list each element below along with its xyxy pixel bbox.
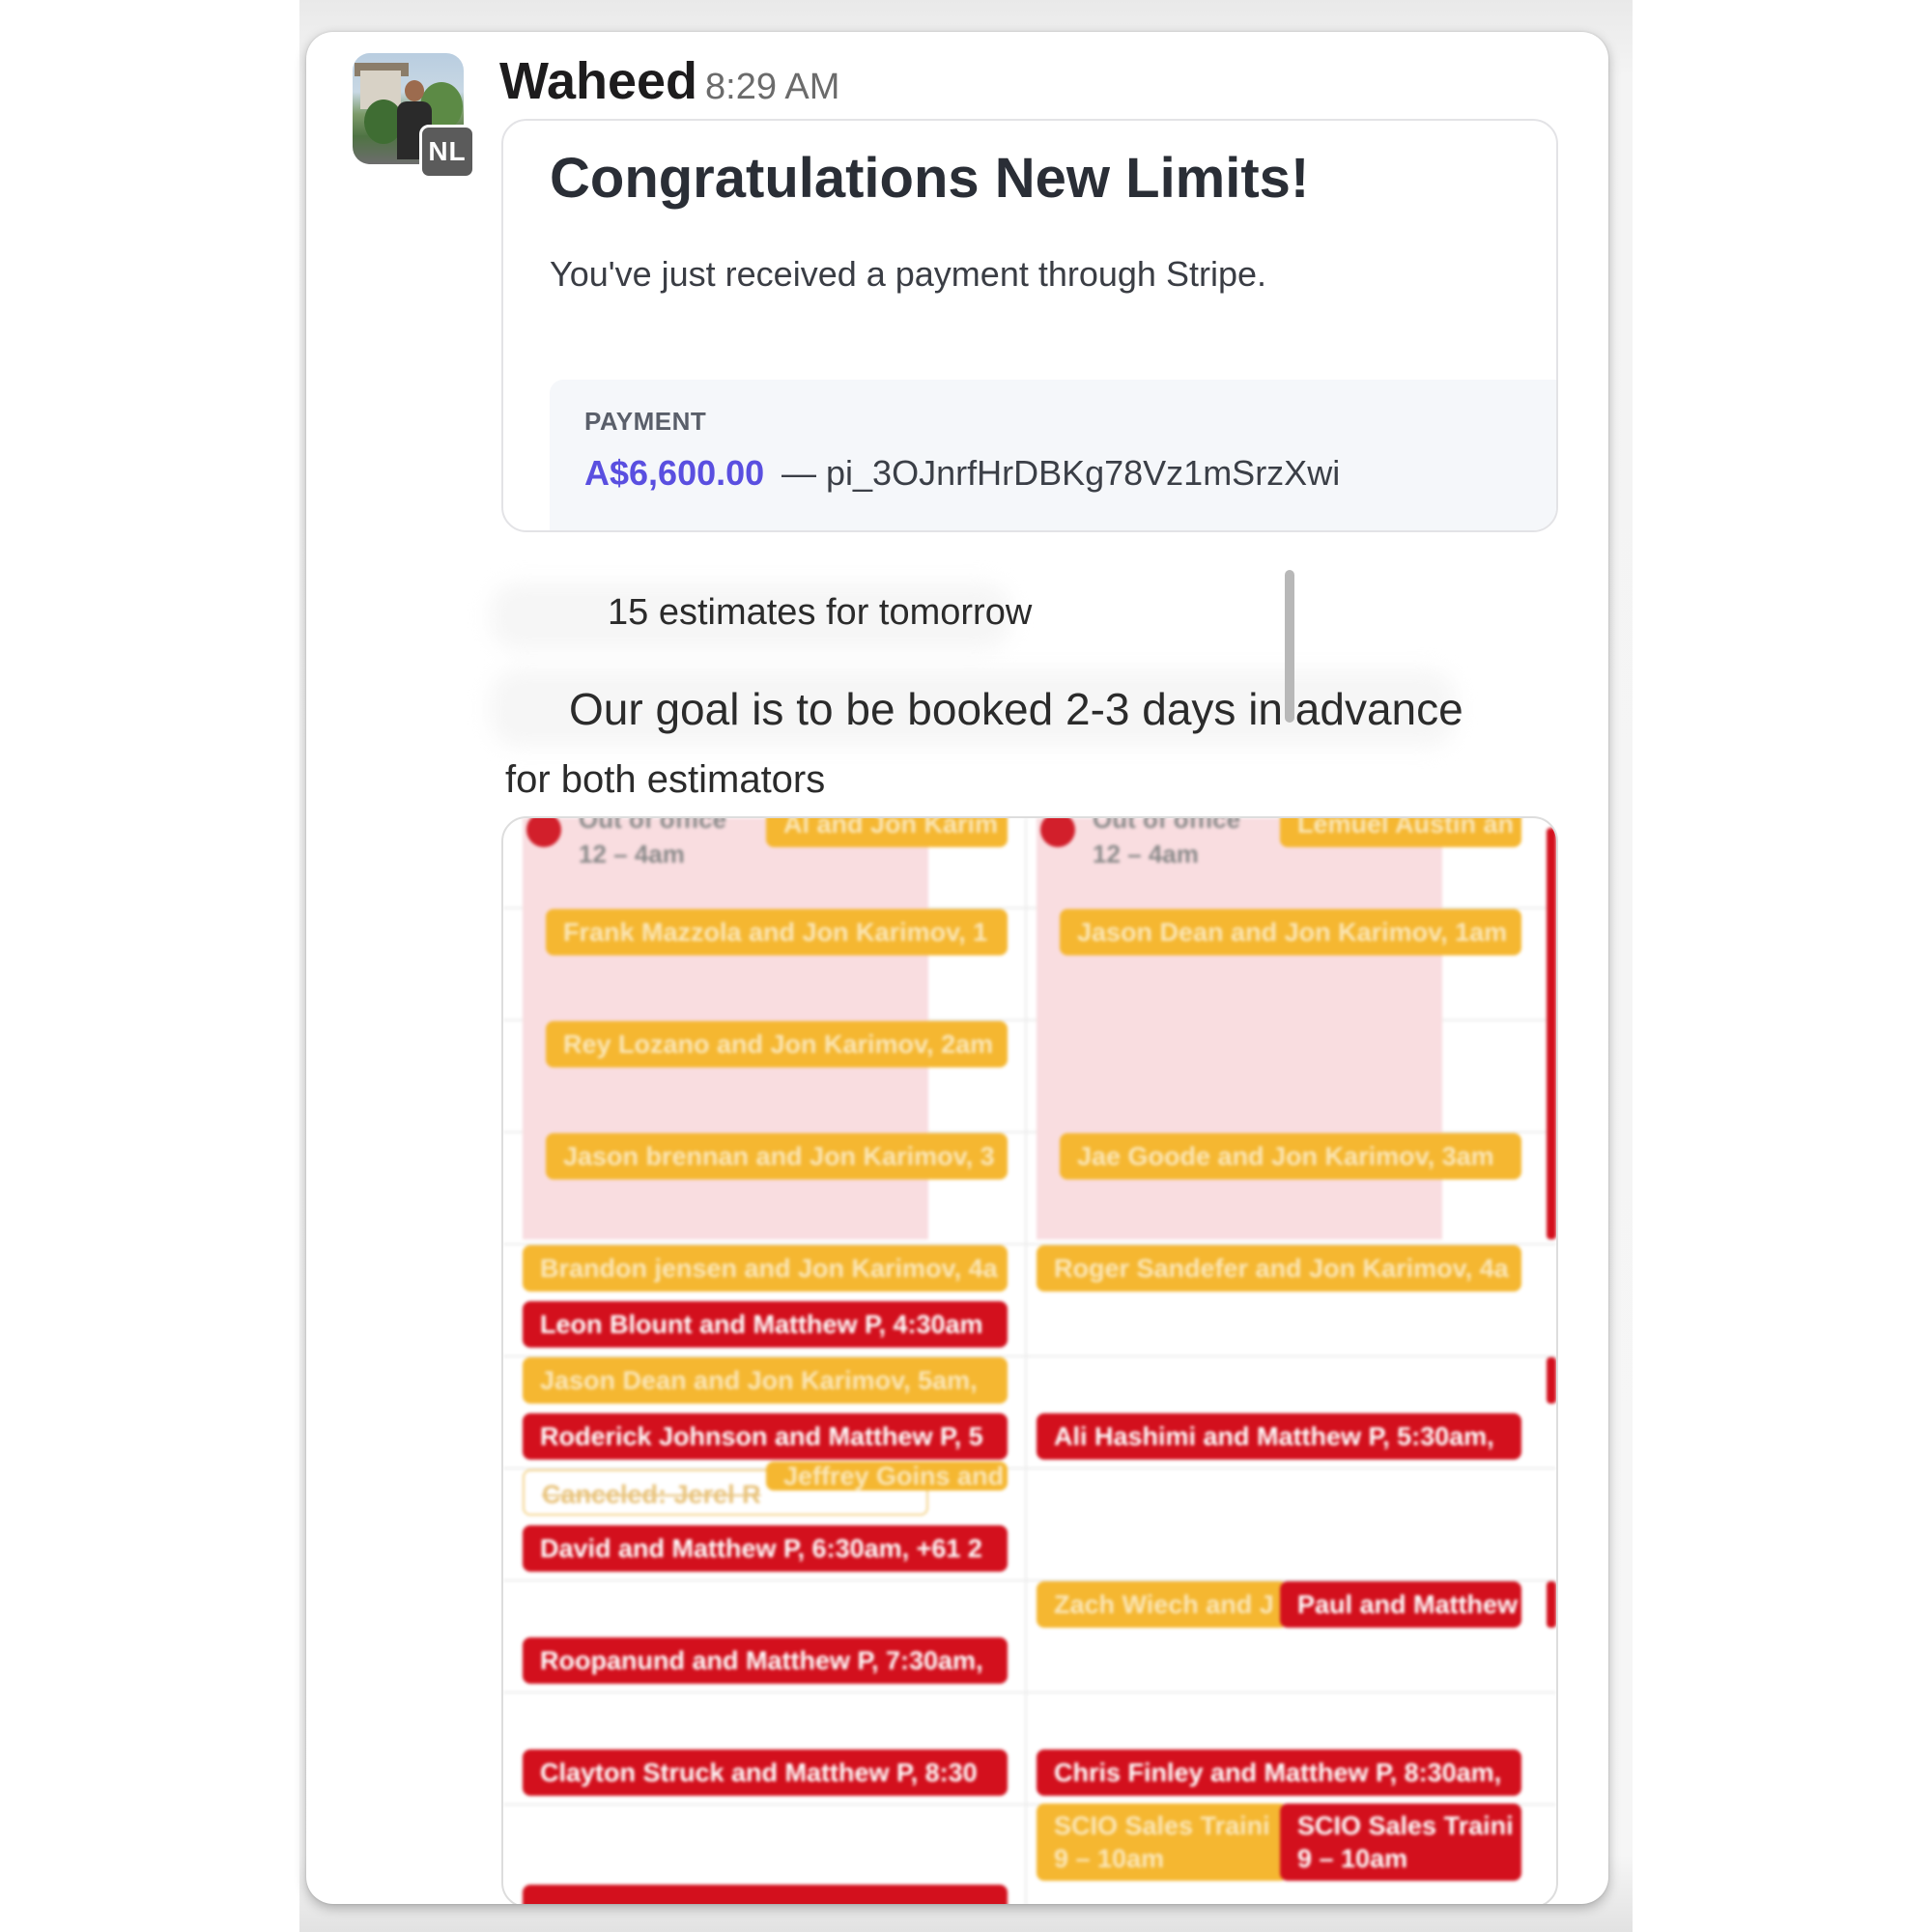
calendar-event[interactable]: Clayton Struck and Matthew P, 8:30 bbox=[523, 1749, 1008, 1796]
message-timestamp[interactable]: 8:29 AM bbox=[705, 67, 839, 108]
calendar-event[interactable]: Frank Mazzola and Jon Karimov, 1 bbox=[546, 909, 1008, 955]
out-of-office-time: 12 – 4am bbox=[1093, 839, 1199, 868]
calendar-event[interactable]: Leon Blount and Matthew P, 4:30am bbox=[523, 1301, 1008, 1348]
calendar-event[interactable]: Jason brennan and Jon Karimov, 3 bbox=[546, 1133, 1008, 1179]
calendar-event[interactable]: SCIO Sales Traini 9 – 10am bbox=[1037, 1804, 1288, 1881]
sender-name[interactable]: Waheed bbox=[499, 51, 697, 111]
calendar-event-title: SCIO Sales Traini bbox=[1297, 1811, 1514, 1840]
calendar-event[interactable]: Ali Hashimi and Matthew P, 5:30am, bbox=[1037, 1413, 1521, 1460]
calendar-event[interactable]: David and Matthew P, 6:30am, +61 2 bbox=[523, 1525, 1008, 1572]
calendar-event[interactable]: Zach Wiech and J bbox=[1037, 1581, 1288, 1628]
out-of-office-title: Out of office bbox=[579, 816, 727, 834]
calendar-event[interactable]: Roger Sandefer and Jon Karimov, 4a bbox=[1037, 1245, 1521, 1292]
calendar-event[interactable]: Jeffrey Goins and bbox=[766, 1462, 1008, 1491]
message-card: NL Waheed 8:29 AM Congratulations New Li… bbox=[306, 32, 1608, 1904]
goal-continuation-text: for both estimators bbox=[505, 758, 826, 801]
calendar-event[interactable]: Jason Dean and Jon Karimov, 1am bbox=[1060, 909, 1521, 955]
stripe-attachment: Congratulations New Limits! You've just … bbox=[501, 119, 1558, 532]
payment-details: PAYMENT A$6,600.00 — pi_3OJnrfHrDBKg78Vz… bbox=[550, 380, 1556, 530]
calendar-event-edge bbox=[1547, 1581, 1556, 1628]
calendar-event[interactable] bbox=[523, 1885, 1008, 1904]
calendar-event[interactable]: Roopanund and Matthew P, 7:30am, bbox=[523, 1637, 1008, 1684]
workspace-badge: NL bbox=[419, 125, 475, 179]
calendar-event-edge bbox=[1547, 1357, 1556, 1404]
calendar-event[interactable]: Roderick Johnson and Matthew P, 5 bbox=[523, 1413, 1008, 1460]
calendar-event-title: SCIO Sales Traini bbox=[1054, 1811, 1270, 1840]
scrollbar[interactable] bbox=[1285, 570, 1294, 723]
calendar-event-time: 9 – 10am bbox=[1054, 1844, 1165, 1873]
calendar-event[interactable]: Jae Goode and Jon Karimov, 3am bbox=[1060, 1133, 1521, 1179]
calendar-event-edge bbox=[1547, 828, 1556, 1239]
payment-separator: — bbox=[781, 453, 816, 493]
calendar-screenshot: Out of office 12 – 4am Out of office 12 … bbox=[501, 816, 1558, 1904]
payment-amount: A$6,600.00 bbox=[584, 453, 765, 493]
estimates-text: 15 estimates for tomorrow bbox=[608, 592, 1033, 633]
out-of-office-title: Out of office bbox=[1093, 816, 1241, 834]
calendar-event[interactable]: Al and Jon Karim bbox=[766, 818, 1008, 847]
calendar-event[interactable]: SCIO Sales Traini 9 – 10am bbox=[1280, 1804, 1521, 1881]
calendar-event[interactable]: Jason Dean and Jon Karimov, 5am, bbox=[523, 1357, 1008, 1404]
payment-id-text: pi_3OJnrfHrDBKg78Vz1mSrzXwi bbox=[826, 453, 1341, 493]
out-of-office-time: 12 – 4am bbox=[579, 839, 685, 868]
calendar-event[interactable]: Rey Lozano and Jon Karimov, 2am bbox=[546, 1021, 1008, 1067]
calendar-event[interactable]: Brandon jensen and Jon Karimov, 4a bbox=[523, 1245, 1008, 1292]
calendar-event-time: 9 – 10am bbox=[1297, 1844, 1408, 1873]
calendar-event[interactable]: Chris Finley and Matthew P, 8:30am, bbox=[1037, 1749, 1521, 1796]
payment-id: — pi_3OJnrfHrDBKg78Vz1mSrzXwi bbox=[781, 453, 1340, 494]
payment-label: PAYMENT bbox=[584, 407, 707, 436]
calendar-event[interactable]: Paul and Matthew bbox=[1280, 1581, 1521, 1628]
goal-text: Our goal is to be booked 2-3 days in adv… bbox=[569, 684, 1463, 734]
attachment-title: Congratulations New Limits! bbox=[550, 147, 1310, 210]
calendar-event[interactable]: Lemuel Austin an bbox=[1280, 818, 1521, 847]
attachment-subtitle: You've just received a payment through S… bbox=[550, 254, 1266, 294]
